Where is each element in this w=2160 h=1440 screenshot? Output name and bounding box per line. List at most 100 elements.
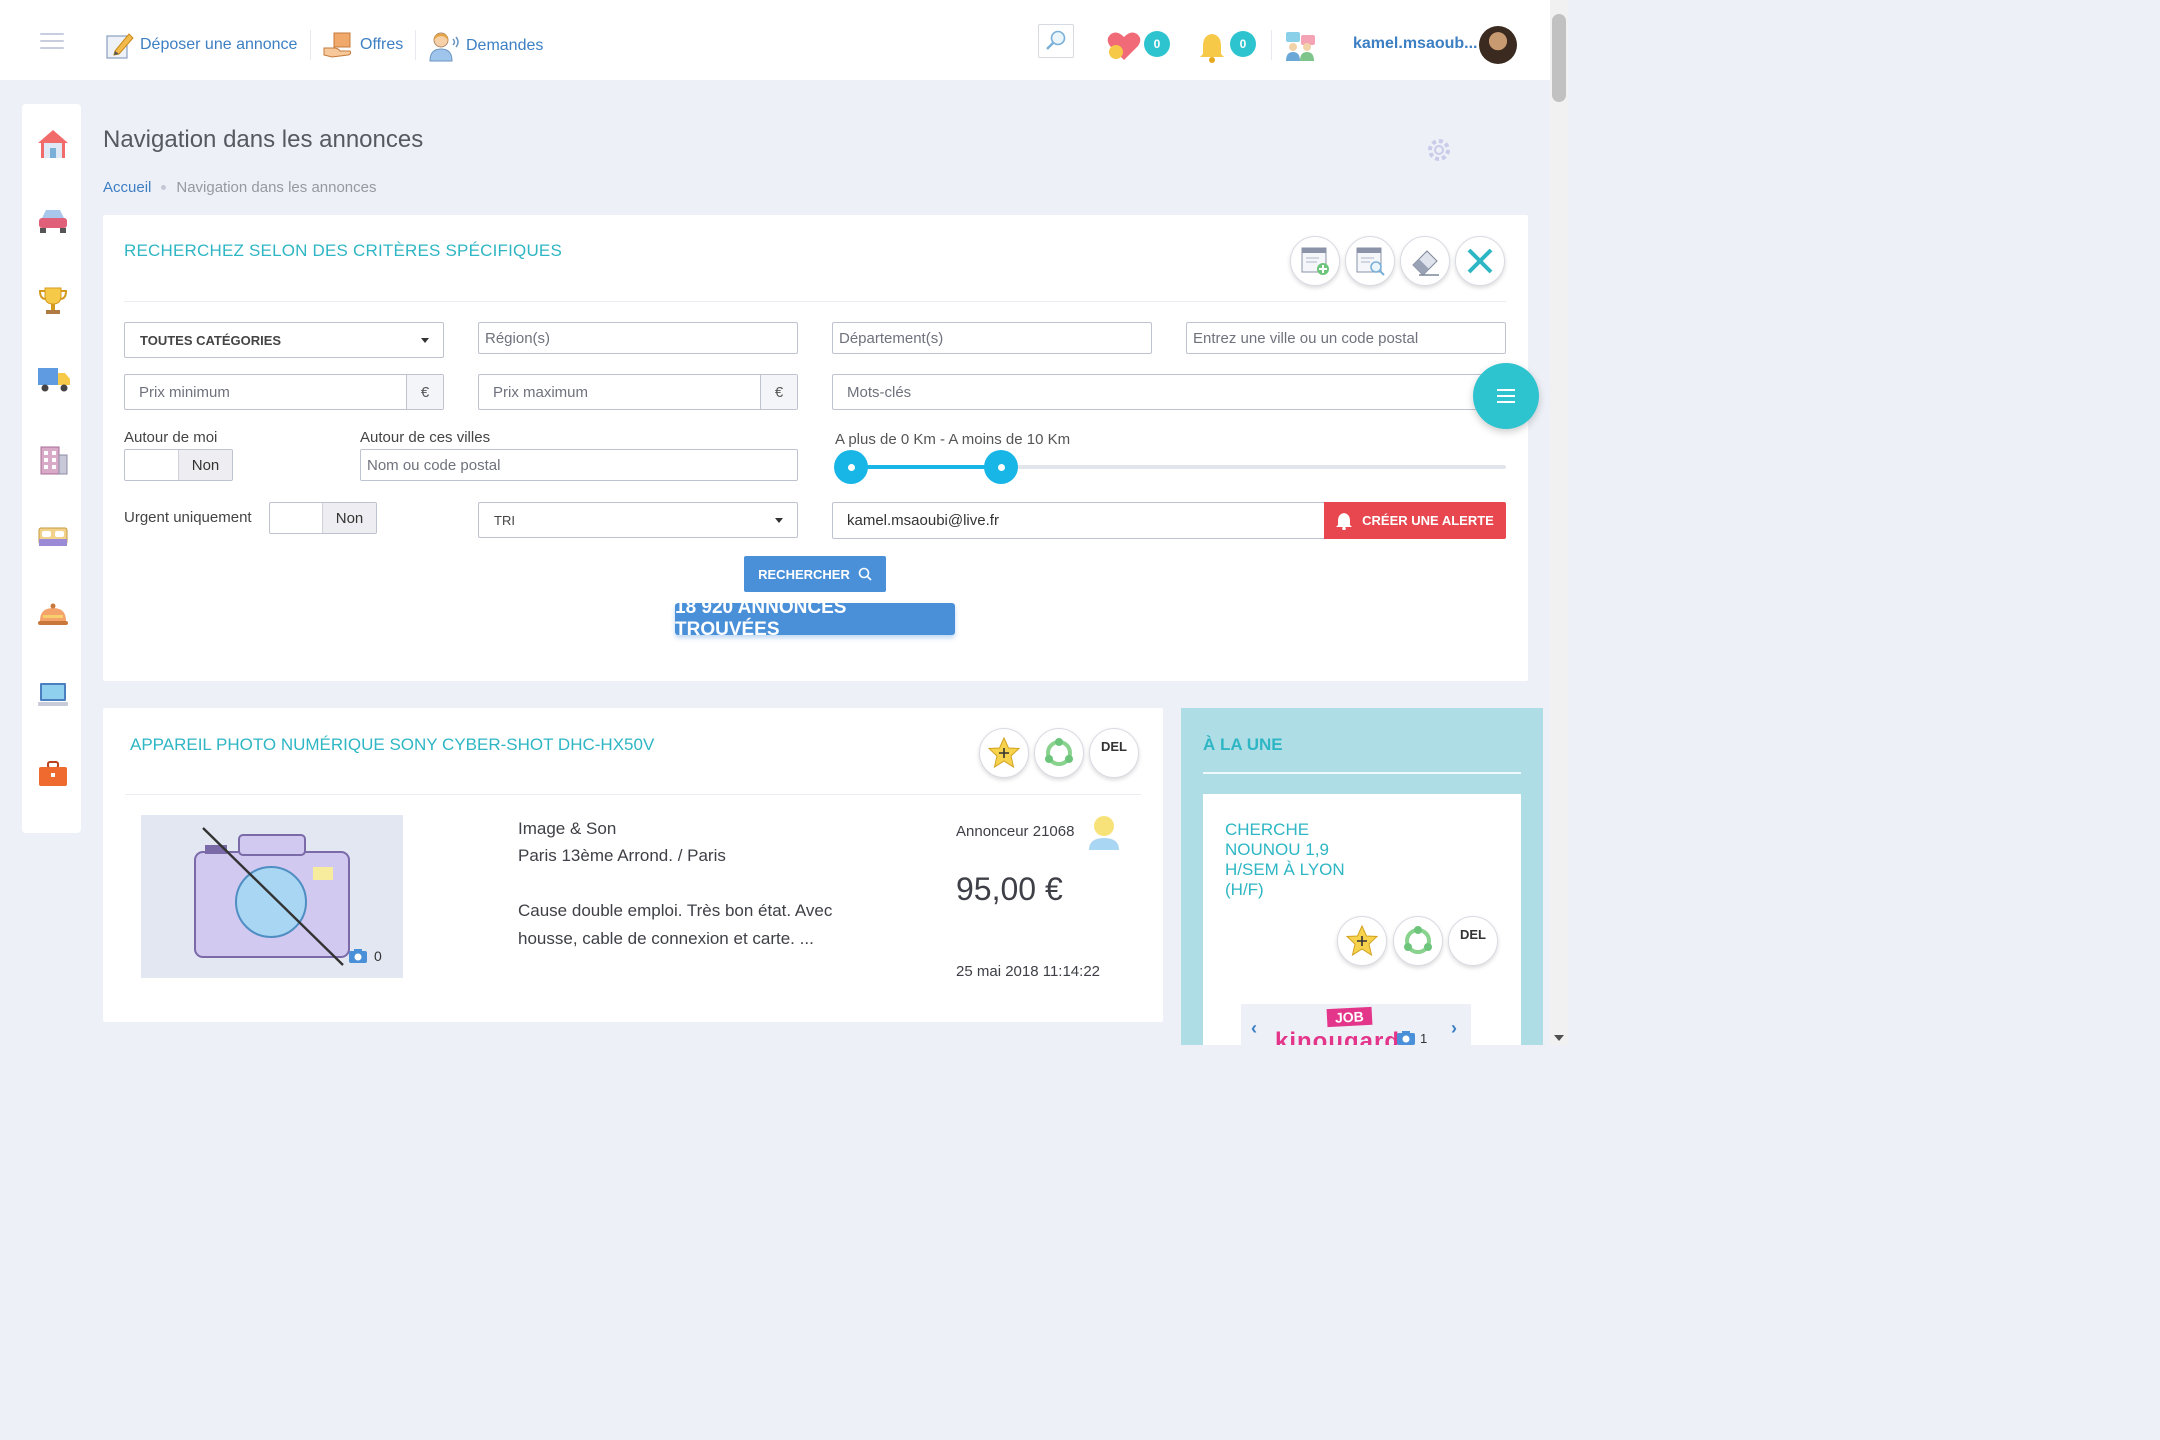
distance-slider-track[interactable] bbox=[848, 465, 1506, 469]
departement-input[interactable]: Département(s) bbox=[832, 322, 1152, 354]
share-button[interactable] bbox=[1034, 728, 1084, 778]
nav-deposer-annonce[interactable]: Déposer une annonce bbox=[104, 30, 297, 60]
computer-icon[interactable] bbox=[37, 680, 68, 710]
carousel-next-icon[interactable]: › bbox=[1451, 1018, 1457, 1039]
page-scrollbar[interactable] bbox=[1550, 0, 1568, 1045]
briefcase-icon[interactable] bbox=[37, 759, 67, 789]
keywords-input[interactable]: Mots-clés bbox=[832, 374, 1506, 410]
panel-divider bbox=[124, 301, 1506, 302]
breadcrumb-separator bbox=[161, 185, 167, 190]
create-alert-label: CRÉER UNE ALERTE bbox=[1362, 513, 1494, 528]
alert-email-input[interactable]: kamel.msaoubi@live.fr bbox=[832, 502, 1325, 539]
featured-add-favorite-button[interactable] bbox=[1337, 916, 1387, 966]
kinougarde-logo-text: kinougarde bbox=[1275, 1028, 1415, 1045]
save-search-button[interactable] bbox=[1290, 236, 1340, 286]
car-icon[interactable] bbox=[37, 206, 67, 236]
card-divider bbox=[125, 794, 1141, 795]
reset-filters-button[interactable] bbox=[1400, 236, 1450, 286]
price-min-placeholder: Prix minimum bbox=[139, 383, 230, 401]
urgent-toggle[interactable]: Non bbox=[269, 502, 377, 534]
urgent-toggle-value: Non bbox=[322, 503, 376, 533]
menu-toggle-icon[interactable] bbox=[40, 33, 64, 49]
username-link[interactable]: kamel.msaoub... bbox=[1353, 35, 1478, 53]
nav-demandes-label: Demandes bbox=[466, 37, 544, 54]
sort-select-value: TRI bbox=[494, 512, 515, 528]
star-plus-icon bbox=[987, 736, 1021, 769]
advertiser-user-icon bbox=[1087, 814, 1121, 857]
person-speaking-icon bbox=[429, 32, 459, 62]
nav-offres[interactable]: Offres bbox=[322, 30, 403, 60]
departement-placeholder: Département(s) bbox=[839, 329, 944, 347]
listing-location: Paris 13ème Arrond. / Paris bbox=[518, 846, 726, 865]
building-icon[interactable] bbox=[37, 443, 68, 475]
listing-title-link[interactable]: APPAREIL PHOTO NUMÉRIQUE SONY CYBER-SHOT… bbox=[130, 735, 654, 755]
city-input[interactable]: Entrez une ville ou un code postal bbox=[1186, 322, 1506, 354]
listing-price: 95,00 € bbox=[956, 871, 1063, 907]
featured-title: À LA UNE bbox=[1203, 735, 1283, 754]
around-me-toggle[interactable]: Non bbox=[124, 449, 233, 481]
saved-searches-button[interactable] bbox=[1345, 236, 1395, 286]
distance-range-label: A plus de 0 Km - A moins de 10 Km bbox=[835, 431, 1071, 448]
camera-icon bbox=[1397, 1031, 1415, 1045]
share-circle-icon bbox=[1045, 738, 1073, 766]
featured-delete-button[interactable]: DEL bbox=[1448, 916, 1498, 966]
keywords-placeholder: Mots-clés bbox=[847, 383, 912, 401]
eraser-icon bbox=[1412, 250, 1439, 276]
floating-menu-button[interactable] bbox=[1473, 363, 1539, 429]
distance-slider-fill bbox=[848, 465, 1002, 469]
nav-demandes[interactable]: Demandes bbox=[428, 30, 543, 62]
camera-icon bbox=[349, 949, 367, 963]
settings-gear-icon[interactable] bbox=[1424, 135, 1454, 170]
price-min-currency: € bbox=[406, 375, 443, 409]
search-icon[interactable] bbox=[1038, 24, 1074, 58]
favorites-heart-icon[interactable] bbox=[1106, 30, 1142, 67]
listing-photo-count: 0 bbox=[348, 948, 382, 964]
around-cities-label: Autour de ces villes bbox=[360, 429, 491, 446]
price-min-input[interactable]: Prix minimum € bbox=[124, 374, 444, 410]
distance-slider-min-handle[interactable] bbox=[834, 450, 868, 484]
breadcrumb-home-link[interactable]: Accueil bbox=[103, 179, 151, 196]
home-icon[interactable] bbox=[37, 128, 68, 158]
chevron-down-icon bbox=[421, 338, 429, 343]
favorites-count-badge: 0 bbox=[1144, 31, 1170, 57]
notifications-count-badge: 0 bbox=[1230, 31, 1256, 57]
scrollbar-thumb[interactable] bbox=[1552, 14, 1566, 102]
trophy-icon[interactable] bbox=[37, 285, 68, 315]
users-chat-icon[interactable] bbox=[1283, 30, 1317, 67]
listing-advertiser[interactable]: Annonceur 21068 bbox=[956, 823, 1074, 840]
scroll-down-arrow-icon[interactable] bbox=[1554, 1035, 1564, 1041]
price-max-placeholder: Prix maximum bbox=[493, 383, 589, 401]
featured-section: À LA UNE CHERCHE NOUNOU 1,9 H/SEM À LYON… bbox=[1181, 708, 1543, 1045]
chevron-down-icon bbox=[775, 518, 783, 523]
region-input[interactable]: Région(s) bbox=[478, 322, 798, 354]
category-select-value: TOUTES CATÉGORIES bbox=[140, 332, 282, 348]
add-favorite-button[interactable] bbox=[979, 728, 1029, 778]
truck-icon[interactable] bbox=[37, 364, 70, 394]
sort-select[interactable]: TRI bbox=[478, 502, 798, 538]
featured-image-carousel[interactable]: ‹ JOB kinougarde 1 › bbox=[1241, 1004, 1471, 1045]
distance-slider-max-handle[interactable] bbox=[984, 450, 1019, 484]
price-max-input[interactable]: Prix maximum € bbox=[478, 374, 798, 410]
close-panel-button[interactable] bbox=[1455, 236, 1505, 286]
cloche-icon[interactable] bbox=[37, 601, 68, 631]
listing-description-line-2: housse, cable de connexion et carte. ... bbox=[518, 929, 814, 948]
notifications-bell-icon[interactable] bbox=[1199, 31, 1225, 68]
avatar[interactable] bbox=[1479, 26, 1517, 64]
search-document-icon bbox=[1356, 247, 1385, 276]
search-button[interactable]: RECHERCHER bbox=[744, 556, 886, 592]
around-cities-input[interactable]: Nom ou code postal bbox=[360, 449, 798, 481]
city-placeholder: Entrez une ville ou un code postal bbox=[1193, 329, 1419, 347]
featured-photo-count: 1 bbox=[1396, 1030, 1427, 1045]
carousel-prev-icon[interactable]: ‹ bbox=[1251, 1018, 1257, 1039]
create-alert-button[interactable]: CRÉER UNE ALERTE bbox=[1324, 502, 1506, 539]
region-placeholder: Région(s) bbox=[485, 329, 551, 347]
featured-share-button[interactable] bbox=[1393, 916, 1443, 966]
around-cities-placeholder: Nom ou code postal bbox=[367, 456, 501, 474]
star-plus-icon bbox=[1345, 924, 1379, 957]
featured-card-title-link[interactable]: CHERCHE NOUNOU 1,9 H/SEM À LYON (H/F) bbox=[1225, 820, 1365, 900]
delete-listing-button[interactable]: DEL bbox=[1089, 728, 1139, 778]
bed-icon[interactable] bbox=[37, 522, 68, 552]
add-document-icon bbox=[1301, 247, 1329, 275]
category-select[interactable]: TOUTES CATÉGORIES bbox=[124, 322, 444, 358]
urgent-label: Urgent uniquement bbox=[124, 509, 252, 526]
